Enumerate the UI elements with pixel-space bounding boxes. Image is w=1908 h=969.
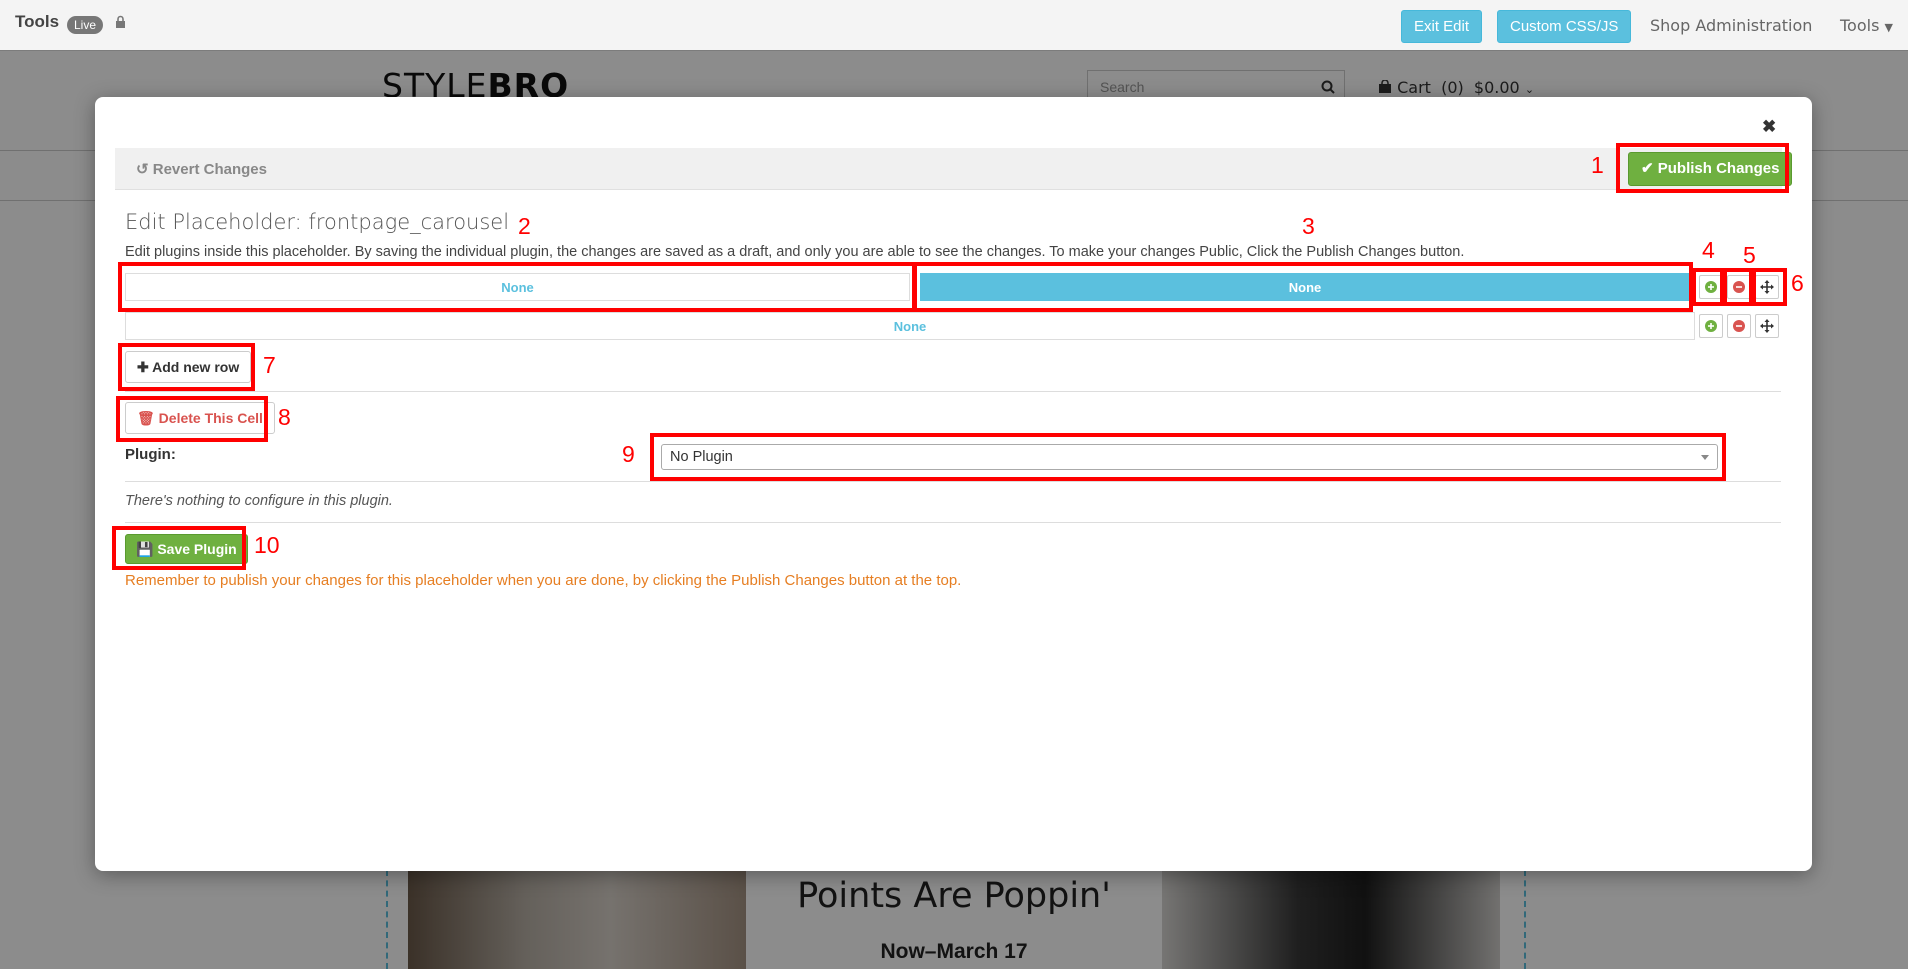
annotation-number: 4 (1702, 237, 1715, 263)
annotation-number: 10 (254, 532, 280, 558)
revert-changes-button[interactable]: ↺ Revert Changes (136, 160, 267, 178)
divider (125, 522, 1781, 523)
tools-menu[interactable]: Tools ▼ (1840, 16, 1893, 35)
divider (125, 391, 1781, 392)
live-badge: Live (67, 16, 104, 34)
close-icon[interactable]: ✖ (1762, 117, 1776, 137)
page-title: Edit Placeholder: frontpage_carousel (125, 210, 510, 234)
annotation-box (112, 526, 246, 570)
annotation-box (118, 343, 255, 391)
annotation-number: 1 (1591, 152, 1604, 178)
divider (125, 481, 1781, 482)
annotation-number: 7 (263, 352, 276, 378)
annotation-number: 8 (278, 404, 291, 430)
annotation-box (1752, 268, 1787, 306)
annotation-box (1692, 268, 1724, 306)
annotation-box (913, 262, 1693, 312)
toolbar-title: Tools (15, 12, 60, 31)
lock-icon[interactable] (115, 15, 126, 34)
publish-reminder: Remember to publish your changes for thi… (125, 572, 962, 589)
annotation-box (116, 396, 268, 442)
annotation-number: 6 (1791, 270, 1804, 296)
annotation-box (1723, 268, 1753, 306)
minus-circle-icon (1733, 320, 1745, 332)
annotation-box (1616, 143, 1789, 193)
exit-edit-button[interactable]: Exit Edit (1401, 10, 1483, 43)
admin-toolbar: Tools Live Exit Edit Custom CSS/JS Shop … (0, 0, 1908, 51)
shop-administration-link[interactable]: Shop Administration (1650, 16, 1812, 35)
undo-icon: ↺ (136, 161, 149, 178)
revert-label: Revert Changes (152, 161, 267, 178)
remove-cell-button[interactable] (1727, 314, 1751, 338)
annotation-box (118, 262, 916, 312)
custom-css-js-button[interactable]: Custom CSS/JS (1497, 10, 1632, 43)
plugin-config-note: There's nothing to configure in this plu… (125, 493, 393, 509)
annotation-number: 2 (518, 213, 531, 239)
tools-menu-label: Tools (1840, 16, 1880, 35)
move-arrows-icon (1760, 319, 1774, 333)
add-cell-button[interactable] (1699, 314, 1723, 338)
row2-cell-1[interactable]: None (125, 312, 1695, 340)
placeholder-description: Edit plugins inside this placeholder. By… (125, 244, 1465, 260)
annotation-number: 3 (1302, 213, 1315, 239)
plus-circle-icon (1705, 320, 1717, 332)
modal-toolbar (115, 148, 1782, 190)
annotation-number: 5 (1743, 242, 1756, 268)
annotation-box (650, 433, 1726, 481)
annotation-number: 9 (622, 441, 635, 467)
move-cell-button[interactable] (1755, 314, 1779, 338)
plugin-label: Plugin: (125, 446, 176, 463)
caret-down-icon: ▼ (1884, 21, 1893, 34)
